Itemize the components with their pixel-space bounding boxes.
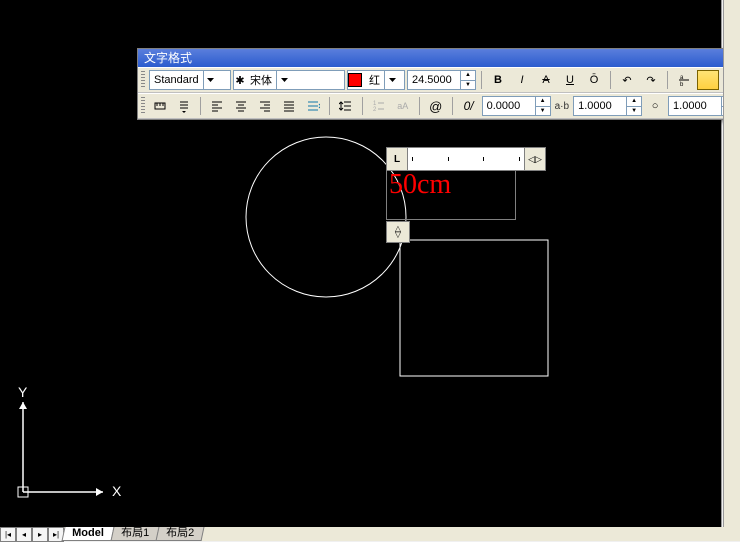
symbol-button[interactable]: @	[425, 95, 447, 117]
uppercase-button[interactable]: aA	[392, 95, 414, 117]
ucs-icon: X Y	[8, 387, 128, 507]
font-combo[interactable]: ✱ 宋体	[233, 70, 345, 90]
oblique-button[interactable]: 0/	[458, 95, 480, 117]
color-combo[interactable]: 红	[347, 70, 405, 90]
options-button[interactable]	[173, 95, 195, 117]
text-style-combo[interactable]: Standard	[149, 70, 231, 90]
toolbar-row-1: Standard ✱ 宋体 红 24.5000	[138, 67, 740, 93]
toolbar-grip[interactable]	[141, 97, 145, 115]
spin-down-icon[interactable]: ▼	[461, 81, 475, 90]
text-style-value: Standard	[150, 74, 203, 86]
stack-button[interactable]: ab	[673, 69, 695, 91]
chevron-down-icon[interactable]	[276, 71, 291, 89]
font-size-spin[interactable]: 24.5000 ▲ ▼	[407, 70, 476, 90]
align-right-button[interactable]	[254, 95, 276, 117]
tab-layout1[interactable]: 布局1	[110, 527, 159, 541]
line-spacing-button[interactable]	[335, 95, 357, 117]
color-value: 红	[365, 72, 384, 88]
chevron-down-icon[interactable]	[203, 71, 218, 89]
axis-x-label: X	[112, 483, 122, 499]
align-left-button[interactable]	[206, 95, 228, 117]
text-format-toolbar: 文字格式 Standard ✱ 宋体 红	[137, 48, 740, 120]
underline-button[interactable]: U	[559, 69, 581, 91]
align-distribute-button[interactable]	[302, 95, 324, 117]
spin-up-icon[interactable]: ▲	[461, 71, 475, 81]
spin-down-icon[interactable]: ▼	[627, 107, 641, 116]
ruler-button[interactable]	[697, 70, 719, 90]
right-panel-sliver	[723, 0, 740, 527]
color-swatch-icon	[348, 73, 362, 87]
spin-down-icon[interactable]: ▼	[536, 107, 550, 116]
italic-button[interactable]: I	[511, 69, 533, 91]
ruler-toggle-button[interactable]	[149, 95, 171, 117]
width-factor-icon: ○	[644, 95, 666, 117]
numbering-button[interactable]: 12	[368, 95, 390, 117]
strike-button[interactable]: A	[535, 69, 557, 91]
tracking-label: a·b	[553, 101, 571, 112]
toolbar-grip[interactable]	[141, 71, 145, 89]
mtext-ruler[interactable]	[408, 148, 524, 170]
tracking-value: 1.0000	[574, 100, 626, 112]
tab-layout2[interactable]: 布局2	[155, 527, 204, 541]
width-factor-value: 1.0000	[669, 100, 721, 112]
spin-up-icon[interactable]: ▲	[536, 97, 550, 107]
tab-nav-prev[interactable]: ◂	[16, 527, 32, 542]
axis-y-label: Y	[18, 387, 28, 400]
drawing-canvas[interactable]: 文字格式 Standard ✱ 宋体 红	[0, 0, 722, 527]
align-justify-button[interactable]	[278, 95, 300, 117]
font-value: 宋体	[246, 72, 276, 88]
tab-nav-next[interactable]: ▸	[32, 527, 48, 542]
mtext-body[interactable]: 50cm	[386, 171, 516, 220]
tab-model[interactable]: Model	[62, 527, 115, 541]
overline-button[interactable]: Ō	[583, 69, 605, 91]
svg-text:2: 2	[373, 107, 377, 113]
layout-tab-strip: |◂ ◂ ▸ ▸| Model 布局1 布局2	[0, 527, 740, 541]
oblique-angle-spin[interactable]: 0.0000 ▲ ▼	[482, 96, 551, 116]
mtext-content[interactable]: 50cm	[389, 169, 451, 201]
spin-up-icon[interactable]: ▲	[627, 97, 641, 107]
undo-button[interactable]: ↶	[616, 69, 638, 91]
svg-text:b: b	[680, 82, 684, 87]
toolbar-row-2: 12 aA @ 0/ 0.0000 ▲ ▼ a·b 1.0000 ▲ ▼	[138, 93, 740, 119]
mtext-corner[interactable]: L	[387, 148, 408, 170]
mtext-height-grip[interactable]: △ ▽	[386, 221, 410, 243]
font-size-value: 24.5000	[408, 74, 460, 86]
oblique-angle-value: 0.0000	[483, 100, 535, 112]
mtext-width-grip[interactable]: ◁▷	[524, 148, 545, 170]
tracking-spin[interactable]: 1.0000 ▲ ▼	[573, 96, 642, 116]
mtext-editor[interactable]: L ◁▷ 50cm	[386, 147, 546, 220]
align-center-button[interactable]	[230, 95, 252, 117]
toolbar-title: 文字格式	[138, 49, 740, 67]
chevron-down-icon[interactable]	[384, 71, 399, 89]
redo-button[interactable]: ↷	[640, 69, 662, 91]
bold-button[interactable]: B	[487, 69, 509, 91]
tab-nav-first[interactable]: |◂	[0, 527, 16, 542]
